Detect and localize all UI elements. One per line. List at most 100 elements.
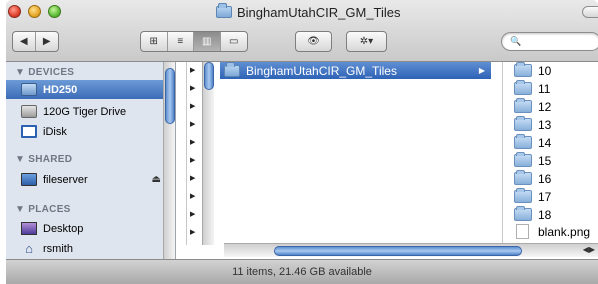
folder-icon bbox=[514, 116, 532, 131]
list-item[interactable]: 16 bbox=[514, 170, 551, 187]
selected-folder-label: BinghamUtahCIR_GM_Tiles bbox=[246, 63, 397, 78]
disclosure-arrow-icon: ▶ bbox=[190, 121, 196, 128]
sidebar-scrollbar[interactable] bbox=[163, 62, 175, 259]
forward-button[interactable]: ▶ bbox=[36, 32, 58, 51]
eye-icon: 👁 bbox=[307, 36, 320, 47]
list-item[interactable]: 18 bbox=[514, 206, 551, 223]
disclosure-arrow-icon: ▶ bbox=[190, 157, 196, 164]
back-button[interactable]: ◀ bbox=[13, 32, 36, 51]
sidebar-item-label: HD250 bbox=[43, 83, 78, 96]
selected-folder-row[interactable]: BinghamUtahCIR_GM_Tiles ▶ bbox=[220, 61, 491, 79]
finder-window: BinghamUtahCIR_GM_Tiles ◀ ▶ ⊞ ≡ ▥ ▭ 👁 ✲▾… bbox=[6, 0, 598, 284]
folder-icon bbox=[216, 3, 232, 18]
file-name: 16 bbox=[538, 171, 552, 186]
column-scrollbar[interactable] bbox=[202, 62, 214, 245]
disclosure-arrow-icon: ▶ bbox=[190, 103, 196, 110]
scroll-arrows-icon[interactable]: ◀▶ bbox=[580, 244, 598, 255]
close-button[interactable] bbox=[8, 5, 21, 18]
search-field[interactable]: 🔍 bbox=[501, 32, 598, 51]
search-icon: 🔍 bbox=[510, 36, 522, 46]
sidebar-item-label: iDisk bbox=[43, 125, 67, 138]
disclosure-arrow-icon: ▶ bbox=[190, 67, 196, 74]
file-name: 18 bbox=[538, 207, 552, 222]
list-item[interactable]: 12 bbox=[514, 98, 551, 115]
column-divider bbox=[502, 62, 503, 245]
column-view-button[interactable]: ▥ bbox=[194, 32, 221, 51]
sidebar-item-hd250[interactable]: HD250 bbox=[6, 80, 175, 99]
places-header[interactable]: ▼ PLACES bbox=[15, 204, 71, 215]
eject-icon[interactable]: ⏏ bbox=[152, 174, 161, 185]
sidebar-item-desktop[interactable]: Desktop bbox=[6, 219, 175, 238]
file-name: 12 bbox=[538, 99, 552, 114]
sidebar-item-idisk[interactable]: iDisk bbox=[6, 122, 175, 141]
drive-icon bbox=[21, 105, 37, 118]
horizontal-scrollbar[interactable]: ◀▶ bbox=[224, 243, 598, 257]
list-view-button[interactable]: ≡ bbox=[168, 32, 194, 51]
sidebar-item-label: fileserver bbox=[43, 173, 88, 186]
icon-view-button[interactable]: ⊞ bbox=[141, 32, 168, 51]
home-icon: ⌂ bbox=[25, 241, 33, 256]
idisk-icon bbox=[21, 125, 37, 138]
disclosure-arrow-icon: ▶ bbox=[478, 66, 485, 75]
horizontal-scroll-thumb[interactable] bbox=[274, 246, 522, 256]
back-arrow-icon: ◀ bbox=[19, 36, 28, 47]
sidebar-item-label: rsmith bbox=[43, 242, 73, 255]
shared-header[interactable]: ▼ SHARED bbox=[15, 154, 72, 165]
devices-header[interactable]: ▼ DEVICES bbox=[15, 67, 74, 78]
folder-icon bbox=[514, 134, 532, 149]
folder-icon bbox=[514, 152, 532, 167]
file-name: 10 bbox=[538, 63, 552, 78]
monitor-icon bbox=[21, 173, 37, 186]
list-item[interactable]: 15 bbox=[514, 152, 551, 169]
list-item[interactable]: 17 bbox=[514, 188, 551, 205]
coverflow-view-button[interactable]: ▭ bbox=[221, 32, 247, 51]
list-item[interactable]: blank.png bbox=[514, 223, 590, 240]
sidebar-item-tiger-drive[interactable]: 120G Tiger Drive bbox=[6, 102, 175, 121]
folder-icon bbox=[514, 80, 532, 95]
disclosure-arrow-icon: ▶ bbox=[190, 175, 196, 182]
sidebar-item-fileserver[interactable]: fileserver ⏏ bbox=[6, 170, 175, 189]
file-name: blank.png bbox=[538, 224, 591, 239]
action-menu-button[interactable]: ✲▾ bbox=[346, 31, 387, 52]
folder-icon bbox=[224, 61, 240, 77]
toolbar-toggle-button[interactable] bbox=[582, 6, 598, 18]
forward-arrow-icon: ▶ bbox=[42, 36, 51, 47]
sidebar-item-rsmith[interactable]: ⌂ rsmith bbox=[6, 239, 175, 258]
file-name: 11 bbox=[538, 81, 551, 96]
folder-icon bbox=[514, 62, 532, 77]
list-item[interactable]: 13 bbox=[514, 116, 551, 133]
status-bar: 11 items, 21.46 GB available bbox=[6, 259, 598, 284]
quick-look-button[interactable]: 👁 bbox=[295, 31, 332, 52]
folder-icon bbox=[514, 206, 532, 221]
column-view-icon: ▥ bbox=[202, 36, 212, 47]
sidebar-item-label: Desktop bbox=[43, 222, 84, 235]
folder-icon bbox=[514, 170, 532, 185]
drive-icon bbox=[21, 83, 37, 96]
column-divider bbox=[186, 62, 187, 245]
icon-view-icon: ⊞ bbox=[149, 36, 158, 47]
disclosure-arrow-icon: ▶ bbox=[190, 229, 196, 236]
status-text: 11 items, 21.46 GB available bbox=[232, 266, 372, 278]
desktop-icon bbox=[21, 222, 37, 235]
sidebar-scroll-thumb[interactable] bbox=[165, 68, 175, 124]
disclosure-arrow-icon: ▶ bbox=[190, 85, 196, 92]
disclosure-arrow-icon: ▶ bbox=[190, 211, 196, 218]
minimize-button[interactable] bbox=[28, 5, 41, 18]
column-browser: ▶ ▶ ▶ ▶ ▶ ▶ ▶ ▶ ▶ ▶ BinghamUtahCIR_GM_Ti… bbox=[176, 61, 598, 259]
list-item[interactable]: 11 bbox=[514, 80, 550, 97]
disclosure-arrow-icon: ▶ bbox=[190, 193, 196, 200]
file-name: 15 bbox=[538, 153, 552, 168]
view-mode-control: ⊞ ≡ ▥ ▭ bbox=[140, 31, 248, 52]
gear-icon: ✲▾ bbox=[359, 36, 374, 47]
column-scroll-thumb[interactable] bbox=[204, 62, 214, 90]
window-title: BinghamUtahCIR_GM_Tiles bbox=[216, 3, 401, 21]
disclosure-arrow-icon: ▶ bbox=[190, 139, 196, 146]
png-file-icon bbox=[516, 224, 529, 239]
list-item[interactable]: 14 bbox=[514, 134, 551, 151]
zoom-button[interactable] bbox=[48, 5, 61, 18]
folder-icon bbox=[514, 98, 532, 113]
folder-icon bbox=[514, 188, 532, 203]
coverflow-view-icon: ▭ bbox=[229, 36, 239, 47]
list-item[interactable]: 10 bbox=[514, 62, 551, 79]
toolbar: BinghamUtahCIR_GM_Tiles ◀ ▶ ⊞ ≡ ▥ ▭ 👁 ✲▾… bbox=[6, 0, 598, 62]
